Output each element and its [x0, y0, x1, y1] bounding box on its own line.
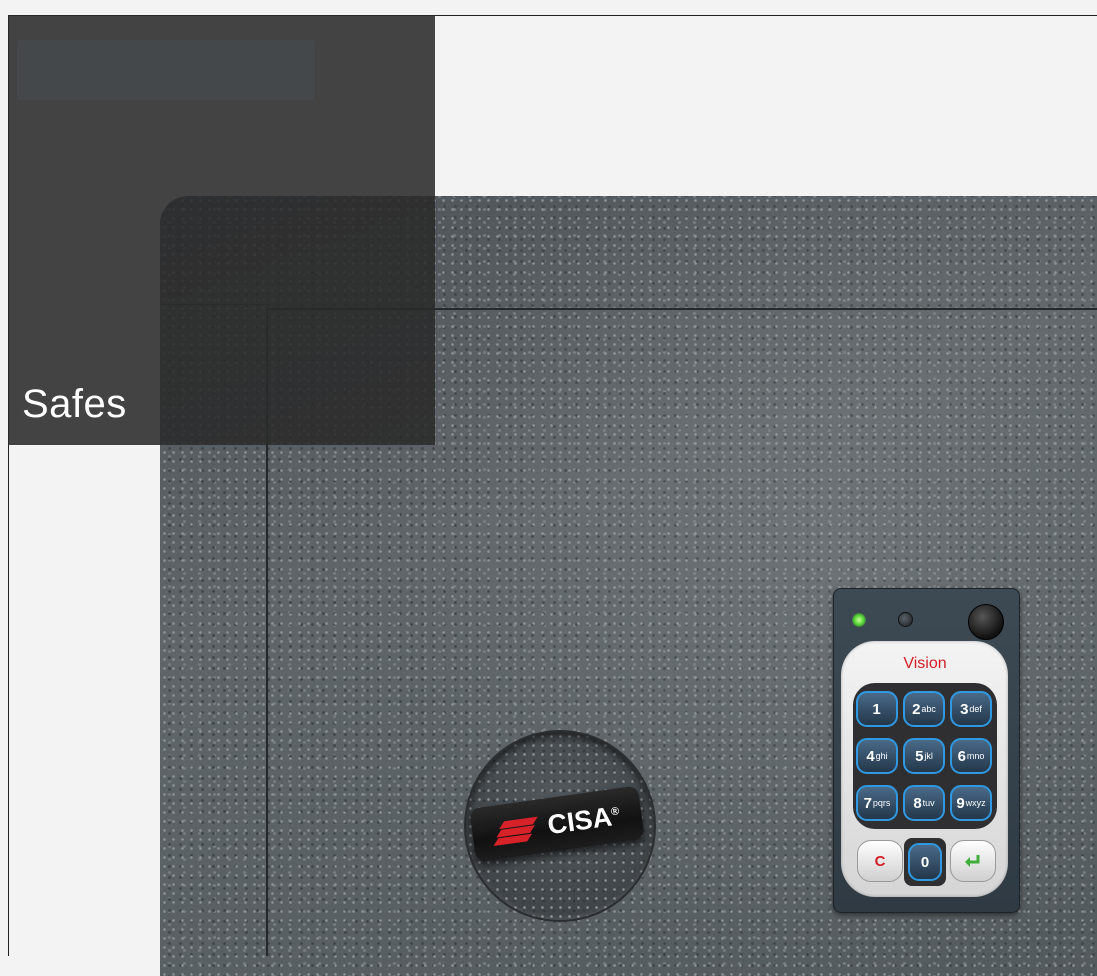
- key-7[interactable]: 7 pqrs: [856, 785, 898, 821]
- page-title: Safes: [22, 382, 127, 426]
- status-led-off-icon: [898, 612, 913, 627]
- brand-name: CISA®: [545, 800, 620, 840]
- key-3[interactable]: 3 def: [950, 691, 992, 727]
- key-1[interactable]: 1: [856, 691, 898, 727]
- key-5[interactable]: 5 jkl: [903, 738, 945, 774]
- enter-key[interactable]: [950, 840, 996, 882]
- key-4[interactable]: 4 ghi: [856, 738, 898, 774]
- key-9[interactable]: 9 wxyz: [950, 785, 992, 821]
- enter-arrow-icon: [965, 855, 980, 867]
- key-8[interactable]: 8 tuv: [903, 785, 945, 821]
- key-6[interactable]: 6 mno: [950, 738, 992, 774]
- status-led-green-icon: [852, 613, 866, 627]
- key-2[interactable]: 2 abc: [903, 691, 945, 727]
- key-0[interactable]: 0: [908, 843, 942, 881]
- brand-logo-icon: [493, 815, 542, 847]
- overlay-header-bar: [17, 40, 315, 100]
- key-sensor-icon: [968, 604, 1004, 640]
- keypad-model-label: Vision: [903, 655, 947, 672]
- clear-key[interactable]: C: [857, 840, 903, 882]
